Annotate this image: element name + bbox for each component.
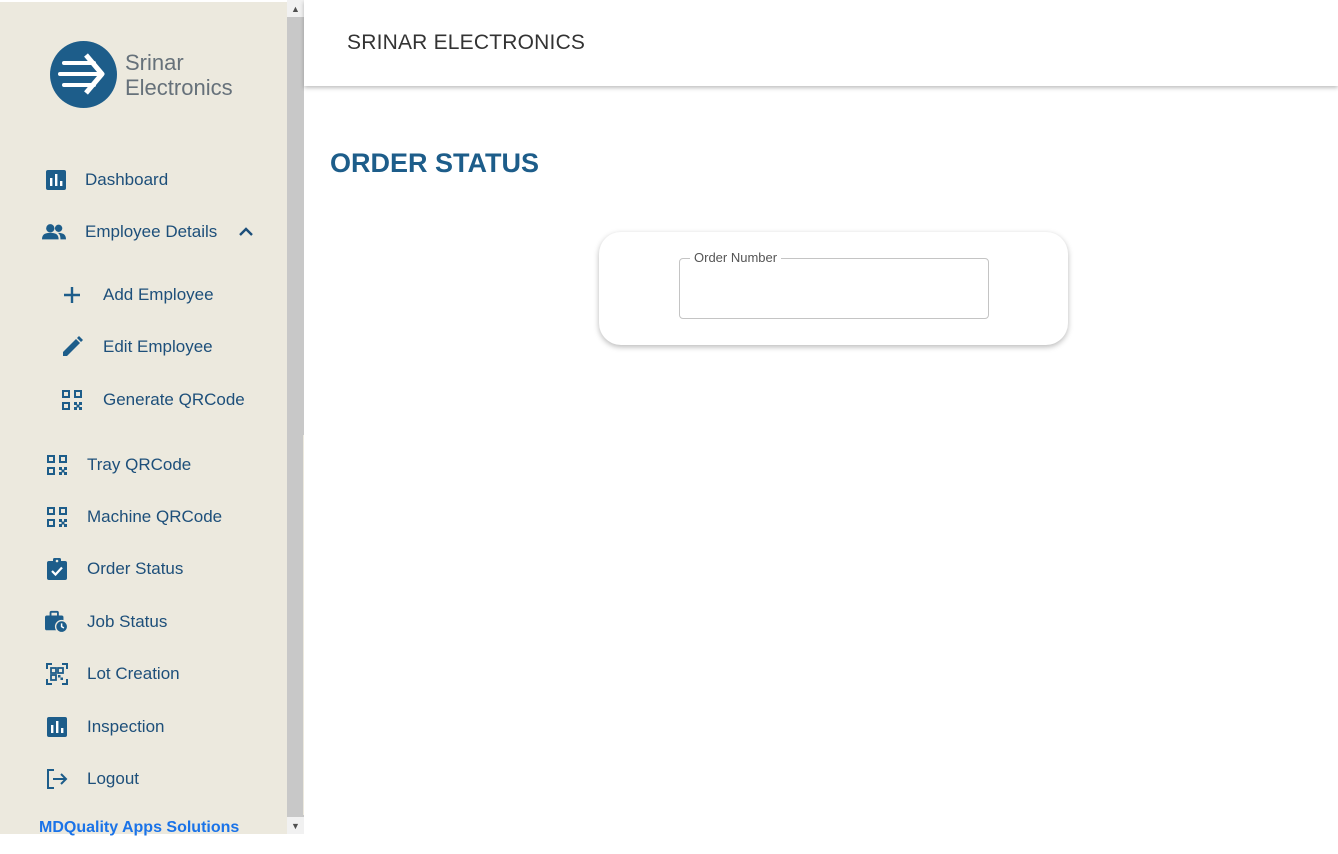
nav-generate-qrcode-label: Generate QRCode <box>103 390 245 409</box>
clipboard-check-icon <box>45 557 69 581</box>
nav-logout-label: Logout <box>87 769 139 788</box>
scroll-thumb[interactable] <box>287 17 304 817</box>
qr-code-icon <box>60 388 84 412</box>
nav-generate-qrcode[interactable]: Generate QRCode <box>60 388 245 412</box>
nav-tray-qrcode-label: Tray QRCode <box>87 455 192 474</box>
nav-order-status-label: Order Status <box>87 559 184 578</box>
order-number-input[interactable] <box>680 259 988 318</box>
sidebar: Srinar Electronics Dashboard Employee De… <box>0 2 287 837</box>
logout-icon <box>45 767 69 791</box>
briefcase-clock-icon <box>45 610 69 634</box>
logo-line-1: Srinar <box>125 49 184 75</box>
nav-lot-creation[interactable]: Lot Creation <box>45 662 180 686</box>
nav-machine-qrcode[interactable]: Machine QRCode <box>45 505 222 529</box>
qr-scan-icon <box>45 662 69 686</box>
qr-code-icon <box>45 453 69 477</box>
plus-icon <box>60 283 84 307</box>
nav-inspection[interactable]: Inspection <box>45 715 165 739</box>
page-title: ORDER STATUS <box>330 148 539 178</box>
logo-line-2: Electronics <box>125 74 233 100</box>
order-number-field[interactable]: Order Number <box>679 250 989 319</box>
nav-lot-creation-label: Lot Creation <box>87 664 180 683</box>
nav-employee-details[interactable]: Employee Details <box>42 220 253 244</box>
nav-machine-qrcode-label: Machine QRCode <box>87 507 223 526</box>
order-search-card: Order Number <box>599 232 1068 345</box>
nav-inspection-label: Inspection <box>87 717 165 736</box>
nav-dashboard-label: Dashboard <box>85 170 169 189</box>
nav-logout[interactable]: Logout <box>45 767 139 791</box>
nav-edit-employee-label: Edit Employee <box>103 337 213 356</box>
scroll-down-arrow-icon[interactable]: ▼ <box>287 817 304 834</box>
nav-tray-qrcode[interactable]: Tray QRCode <box>45 453 191 477</box>
nav-dashboard[interactable]: Dashboard <box>44 168 168 192</box>
pencil-icon <box>60 335 84 359</box>
qr-code-icon <box>45 505 69 529</box>
app-title: SRINAR ELECTRONICS <box>347 31 586 54</box>
sidebar-scrollbar[interactable]: ▲ ▼ <box>287 0 304 834</box>
brand-logo: Srinar Electronics <box>50 41 233 108</box>
nav-job-status[interactable]: Job Status <box>45 610 167 634</box>
bar-chart-icon <box>44 168 68 192</box>
scroll-up-arrow-icon[interactable]: ▲ <box>287 0 304 17</box>
bar-chart-icon <box>45 715 69 739</box>
nav-employee-details-label: Employee Details <box>85 222 218 241</box>
nav-add-employee[interactable]: Add Employee <box>60 283 214 307</box>
chevron-up-icon[interactable] <box>239 227 253 237</box>
people-icon <box>42 220 66 244</box>
srinar-logo-icon <box>50 41 117 108</box>
top-app-bar: SRINAR ELECTRONICS <box>304 0 1338 86</box>
footer-brand-link[interactable]: MDQuality Apps Solutions <box>39 819 239 837</box>
nav-job-status-label: Job Status <box>87 612 168 631</box>
nav-add-employee-label: Add Employee <box>103 285 214 304</box>
nav-order-status[interactable]: Order Status <box>45 557 183 581</box>
nav-edit-employee[interactable]: Edit Employee <box>60 335 213 359</box>
